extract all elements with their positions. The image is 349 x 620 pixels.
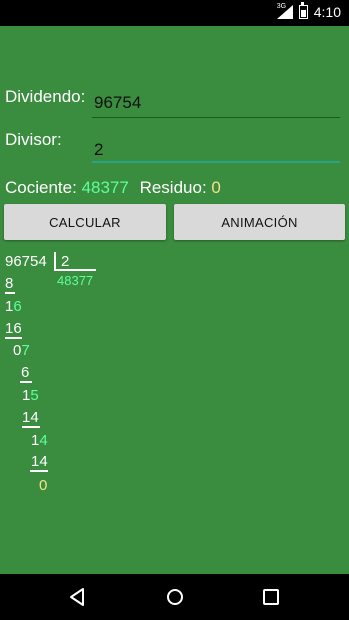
signal-icon: 3G xyxy=(276,3,293,19)
division-bracket-horizontal xyxy=(54,269,96,271)
division-step: 07 xyxy=(13,342,30,359)
division-dividend: 96754 xyxy=(5,253,47,270)
remainder-label: Residuo: xyxy=(139,178,207,197)
division-remainder: 0 xyxy=(39,477,48,494)
quotient-value: 48377 xyxy=(81,178,129,197)
home-icon[interactable] xyxy=(163,585,187,609)
division-step: 16 xyxy=(5,298,22,315)
subtraction-line xyxy=(30,470,48,472)
battery-icon xyxy=(298,2,308,19)
subtraction-line xyxy=(5,337,22,339)
network-type: 3G xyxy=(276,3,287,10)
subtraction-line xyxy=(22,426,40,428)
remainder-value: 0 xyxy=(211,178,221,197)
divisor-underline xyxy=(92,161,340,163)
division-step: 14 xyxy=(31,453,48,470)
division-step: 8 xyxy=(5,275,14,292)
division-step: 14 xyxy=(22,409,39,426)
subtraction-line xyxy=(5,292,15,294)
divisor-label: Divisor: xyxy=(5,130,62,149)
dividend-input[interactable] xyxy=(92,88,340,118)
back-icon[interactable] xyxy=(66,585,90,609)
dividend-underline xyxy=(92,117,340,118)
status-bar: 3G 4:10 xyxy=(0,0,349,26)
result-line: Cociente: 48377 Residuo: 0 xyxy=(5,178,221,198)
division-bracket-vertical xyxy=(54,252,56,270)
division-step: 15 xyxy=(22,387,39,404)
division-step: 16 xyxy=(5,320,22,337)
division-quotient: 48377 xyxy=(57,273,94,288)
recents-icon[interactable] xyxy=(259,585,283,609)
subtraction-line xyxy=(20,381,32,383)
dividend-label: Dividendo: xyxy=(5,87,86,106)
division-divisor: 2 xyxy=(61,253,70,270)
calculate-button[interactable]: CALCULAR xyxy=(4,204,166,240)
navigation-bar xyxy=(0,574,349,620)
animate-button[interactable]: ANIMACIÓN xyxy=(174,204,345,240)
quotient-label: Cociente: xyxy=(5,178,77,197)
long-division: 96754 2 48377 8 16 16 07 6 15 14 14 14 0 xyxy=(0,246,349,506)
status-time: 4:10 xyxy=(313,4,341,20)
division-step: 14 xyxy=(31,432,48,449)
division-step: 6 xyxy=(21,364,30,381)
